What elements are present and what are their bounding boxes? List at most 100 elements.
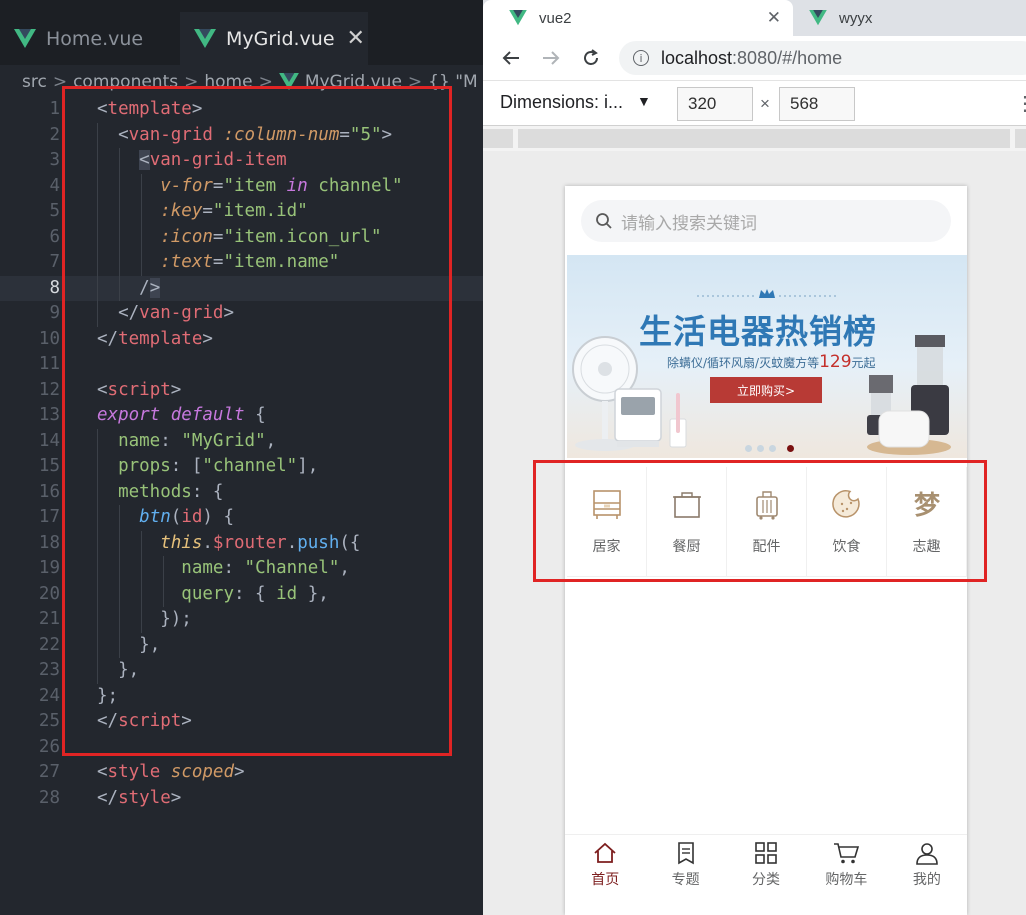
code-text: </template> (97, 328, 213, 349)
tab-topic[interactable]: 专题 (645, 835, 725, 896)
code-area[interactable]: 1 <template> 2 <van-grid :column-num="5">… (0, 97, 483, 811)
banner-buy-button[interactable]: 立即购买> (710, 377, 822, 403)
banner-subtitle: 除螨仪/循环风扇/灭蚊魔方等129元起 (667, 352, 876, 372)
browser-tab-wyyx[interactable]: wyyx (783, 0, 1026, 36)
line-number: 25 (38, 711, 60, 731)
bottom-tabbar: 首页 专题 分类 购物车 我的 (565, 834, 967, 896)
line-number: 17 (38, 507, 60, 527)
width-input[interactable]: 320 (677, 87, 753, 121)
caret-down-icon[interactable]: ▼ (637, 93, 651, 109)
breadcrumb-item[interactable]: {} "M (428, 72, 478, 92)
browser-tab-label: wyyx (839, 9, 873, 27)
search-placeholder: 请输入搜索关键词 (621, 213, 757, 234)
carousel-dot[interactable] (757, 445, 764, 452)
line-number: 22 (38, 634, 60, 655)
grid-item-food[interactable]: 饮食 (807, 467, 887, 577)
browser-tab-strip: vue2 ✕ wyyx (483, 0, 1026, 36)
banner-swipe[interactable]: 生活电器热销榜 除螨仪/循环风扇/灭蚊魔方等129元起 立即购买> (567, 255, 967, 458)
code-line: 1 <template> (0, 97, 483, 123)
vue-logo-icon (809, 10, 827, 26)
url-path: :8080/#/home (732, 47, 843, 68)
code-line: 3 <van-grid-item (0, 148, 483, 174)
line-number: 20 (38, 583, 60, 604)
tab-label: Home.vue (46, 27, 144, 50)
grid-item-label: 志趣 (912, 539, 941, 555)
code-text: }, (118, 660, 140, 680)
grid-item-label: 餐厨 (672, 539, 701, 555)
grid-item-label: 饮食 (832, 539, 861, 555)
carousel-dot[interactable] (745, 445, 752, 452)
line-number: 28 (38, 787, 60, 808)
carousel-dot[interactable] (769, 445, 776, 452)
height-input[interactable]: 568 (779, 87, 855, 121)
cart-icon (834, 843, 860, 864)
chevron-right-icon: > (184, 72, 199, 92)
tab-label: MyGrid.vue (226, 27, 335, 50)
tab-home-vue[interactable]: Home.vue (0, 12, 180, 65)
tab-label: 分类 (752, 872, 781, 888)
code-line: 10 </template> (0, 327, 483, 353)
tab-category[interactable]: 分类 (726, 835, 806, 896)
forward-arrow-icon[interactable] (539, 46, 563, 70)
grid-item-label: 配件 (752, 539, 781, 555)
tab-label: 专题 (671, 872, 700, 888)
device-select[interactable]: Dimensions: i... (500, 92, 623, 113)
search-icon (596, 213, 612, 229)
cabinet-icon (587, 484, 627, 524)
code-text: query: { id }, (181, 583, 329, 604)
banner-subtitle-text: 除螨仪/循环风扇/灭蚊魔方等 (667, 356, 820, 370)
grid-item-accessory[interactable]: 配件 (727, 467, 807, 577)
grid-item-home[interactable]: 居家 (567, 467, 647, 577)
line-number: 3 (49, 150, 60, 170)
code-text: }; (97, 685, 119, 706)
breadcrumb-item[interactable]: components (73, 72, 178, 92)
close-tab-icon[interactable]: ✕ (767, 8, 781, 28)
line-number: 18 (38, 532, 60, 553)
tab-mygrid-vue[interactable]: MyGrid.vue ✕ (180, 12, 368, 65)
code-line: 21 }); (0, 607, 483, 633)
line-number: 5 (49, 201, 60, 221)
line-number: 19 (38, 558, 60, 578)
banner-price: 129 (819, 352, 852, 372)
close-tab-icon[interactable]: ✕ (347, 26, 365, 51)
svg-text:梦: 梦 (913, 491, 940, 521)
tab-cart[interactable]: 购物车 (806, 835, 886, 896)
breadcrumb-item[interactable]: home (204, 72, 252, 92)
grid-item-kitchen[interactable]: 餐厨 (647, 467, 727, 577)
line-number: 15 (38, 456, 60, 476)
line-number: 4 (49, 175, 60, 196)
grid-item-hobby[interactable]: 梦 志趣 (887, 467, 967, 577)
browser-tab-vue2[interactable]: vue2 ✕ (483, 0, 793, 36)
code-line: 7 :text="item.name" (0, 250, 483, 276)
line-number: 27 (38, 762, 60, 782)
site-info-icon[interactable]: i (633, 50, 649, 66)
vue-logo-icon (278, 73, 299, 91)
tab-home[interactable]: 首页 (565, 835, 645, 896)
browser-tab-label: vue2 (539, 9, 572, 27)
category-grid: 居家 餐厨 配件 饮食 梦 志趣 (567, 467, 967, 577)
line-number: 2 (49, 124, 60, 145)
ruler-segment[interactable] (518, 129, 1010, 148)
reload-icon[interactable] (579, 46, 603, 70)
ruler-segment[interactable] (1015, 129, 1026, 148)
code-text: <van-grid-item (139, 150, 287, 170)
dream-icon: 梦 (907, 484, 947, 524)
code-line: 23 }, (0, 658, 483, 684)
ruler-segment[interactable] (483, 129, 513, 148)
back-arrow-icon[interactable] (499, 46, 523, 70)
tab-mine[interactable]: 我的 (887, 835, 967, 896)
url-input[interactable]: i localhost:8080/#/home (619, 41, 1026, 75)
breadcrumb-item[interactable]: MyGrid.vue (305, 72, 402, 92)
tab-label: 我的 (912, 872, 941, 888)
editor-tab-bar: Home.vue MyGrid.vue ✕ (0, 0, 483, 65)
line-number: 8 (49, 277, 60, 298)
more-options-icon[interactable]: ⋮ (1015, 91, 1026, 116)
breadcrumb-item[interactable]: src (22, 72, 47, 92)
device-viewport: 请输入搜索关键词 生活电器热销榜 除螨仪/循环风扇/灭蚊魔方等129元起 立即购… (483, 151, 1026, 915)
code-line: 11 (0, 352, 483, 378)
search-input[interactable]: 请输入搜索关键词 (581, 200, 951, 242)
carousel-dot-active[interactable] (787, 445, 794, 452)
code-line: 24}; (0, 684, 483, 710)
code-text: btn(id) { (139, 507, 234, 527)
code-text: }, (139, 634, 161, 655)
